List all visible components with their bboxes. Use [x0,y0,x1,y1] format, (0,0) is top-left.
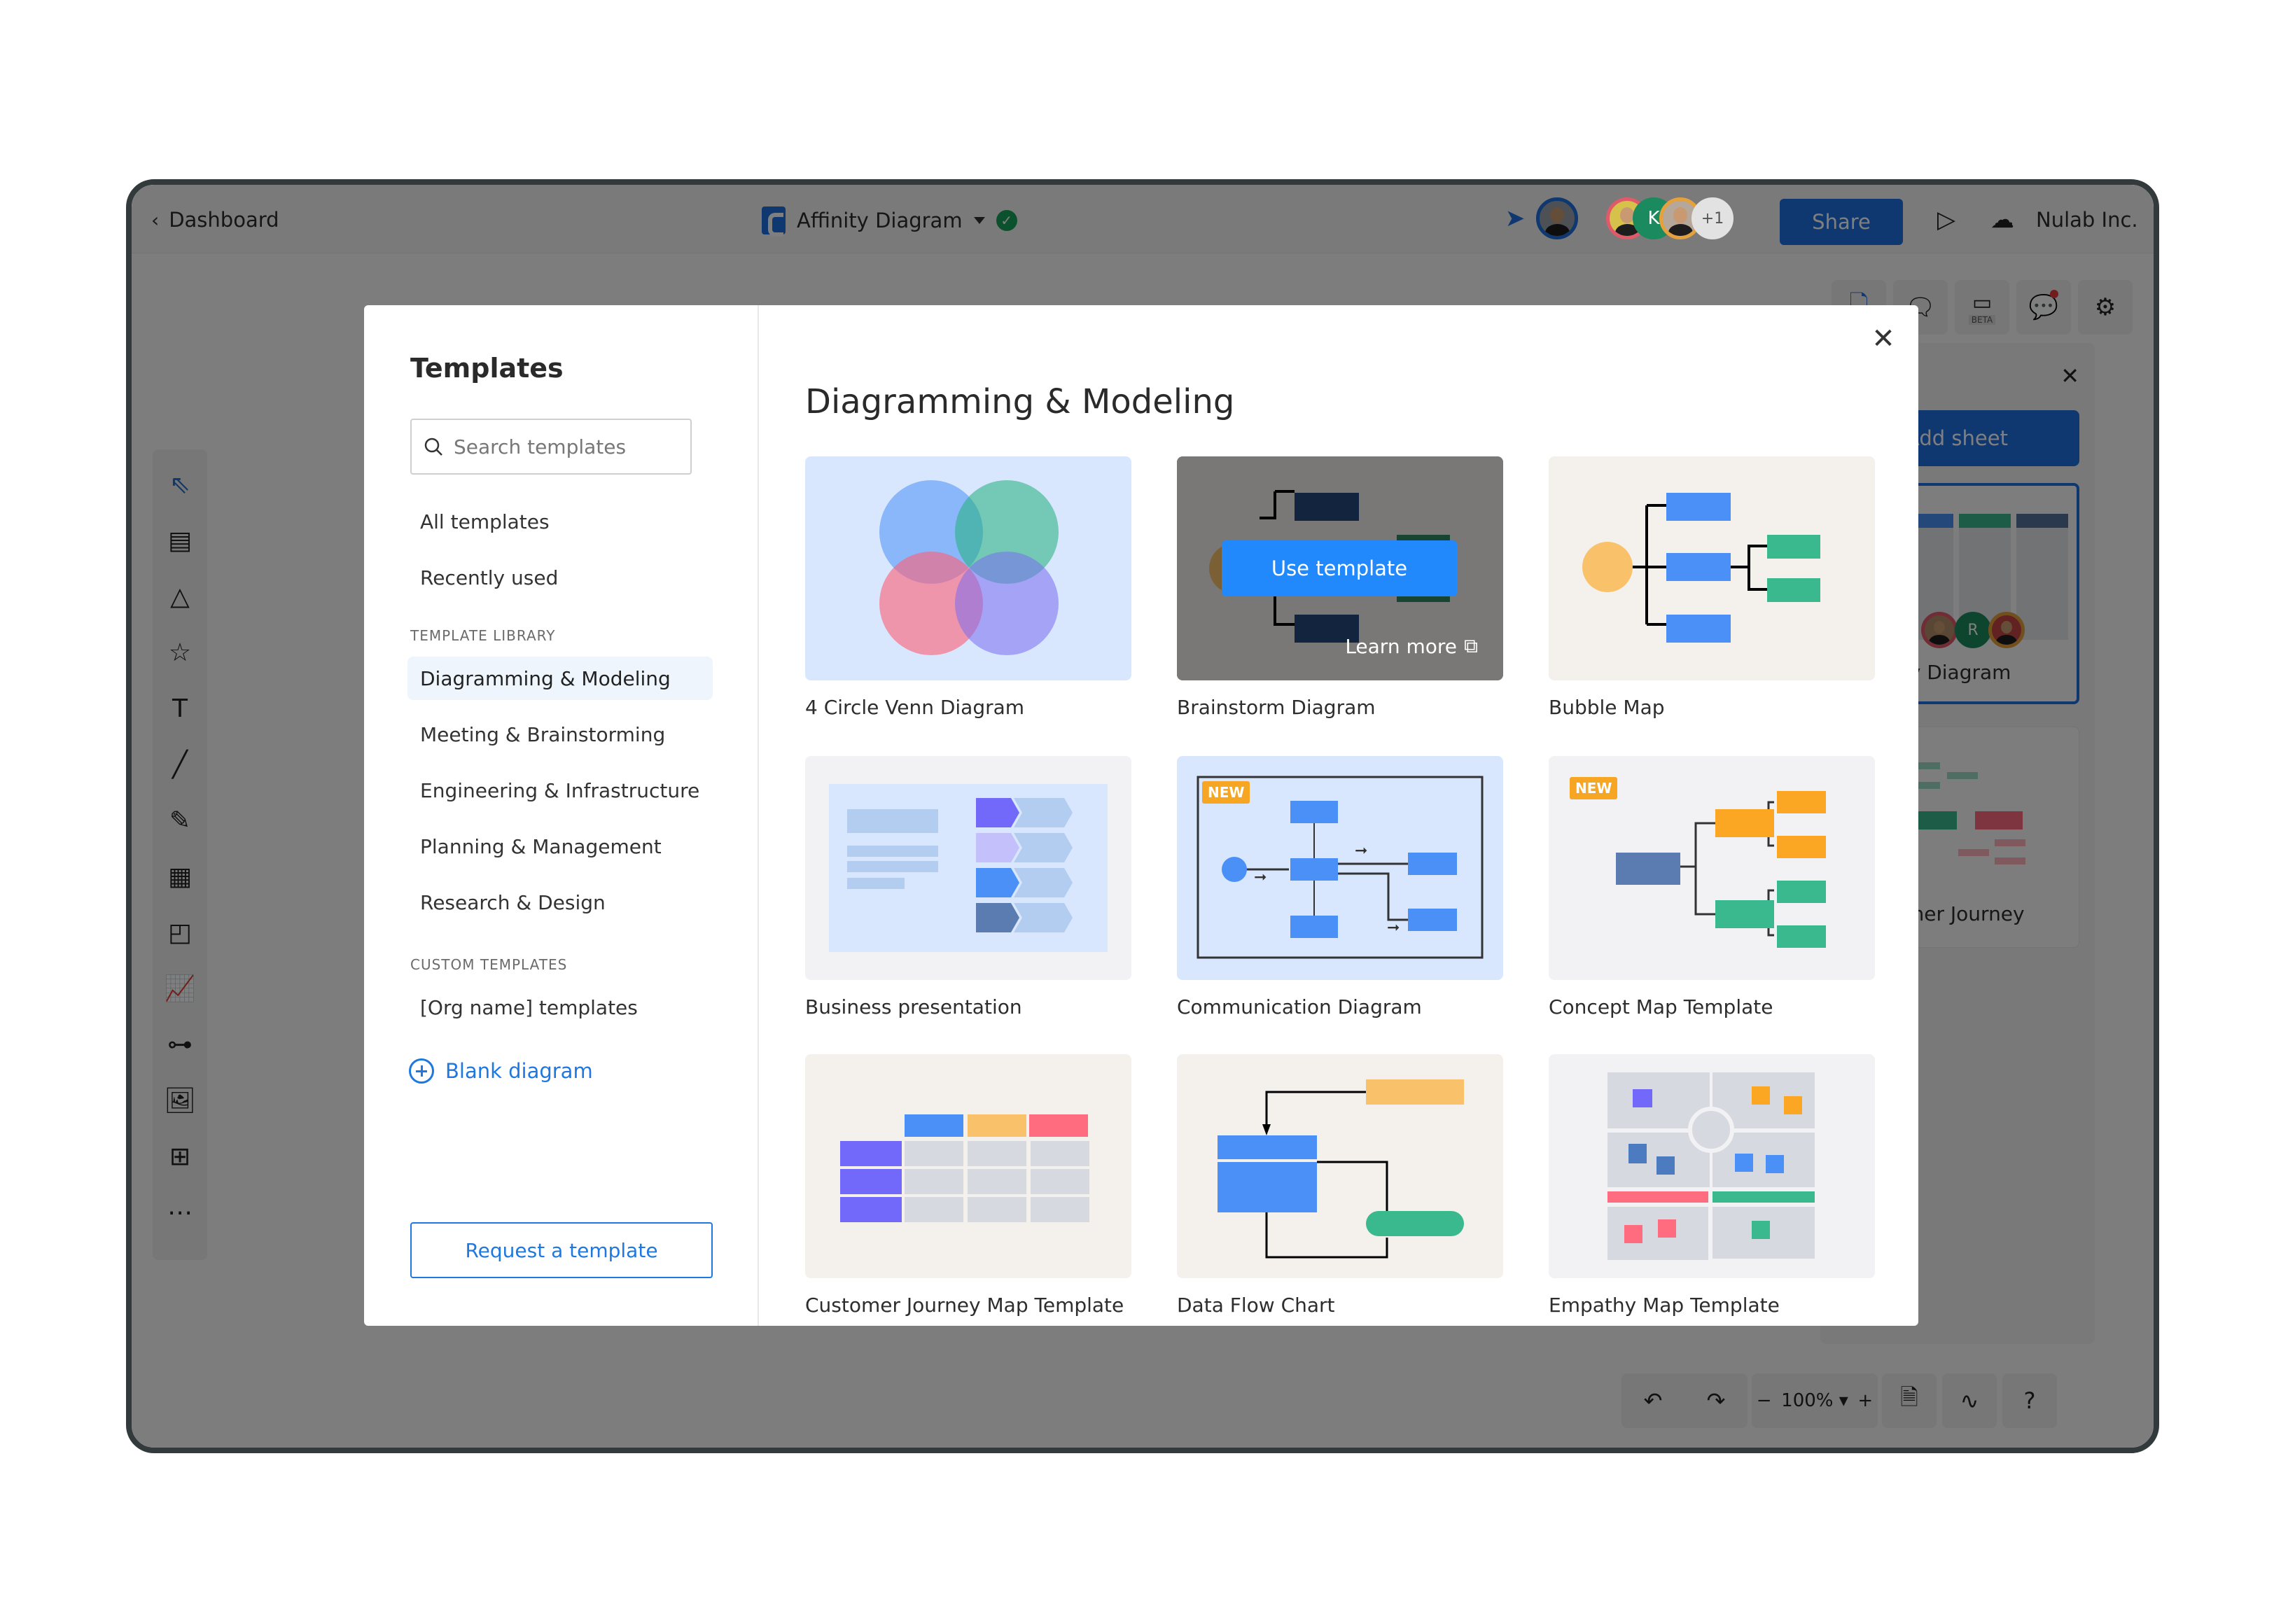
thumbnail-illustration-journey [840,1114,1089,1222]
collaborators-overflow[interactable]: +1 [1691,197,1734,239]
request-template-button[interactable]: Request a template [410,1222,713,1278]
sidebar-title: Templates [410,353,564,384]
template-card[interactable]: Bubble Map [1549,456,1875,719]
nav-planning-management[interactable]: Planning & Management [407,825,713,868]
template-name: Customer Journey Map Template [805,1294,1124,1317]
template-name: Brainstorm Diagram [1177,696,1376,719]
template-thumbnail[interactable] [805,1054,1131,1278]
thumbnail-illustration-venn [879,480,1059,655]
nav-all-templates[interactable]: All templates [407,500,713,543]
new-badge: NEW [1570,777,1618,799]
svg-text:➞: ➞ [1254,869,1267,886]
thumbnail-illustration-business [829,784,1108,952]
template-thumbnail[interactable] [1177,1054,1503,1278]
template-card[interactable]: Use template Learn more ⧉ Brainstorm Diagra… [1177,456,1503,719]
category-heading: Diagramming & Modeling [805,382,1235,421]
template-thumbnail[interactable] [1549,456,1875,680]
blank-diagram-button[interactable]: Blank diagram [409,1058,593,1084]
nav-engineering-infrastructure[interactable]: Engineering & Infrastructure [407,769,713,812]
template-thumbnail[interactable] [1549,1054,1875,1278]
template-name: Business presentation [805,995,1022,1018]
learn-more-link[interactable]: Learn more ⧉ [1345,634,1478,658]
hover-overlay: Use template Learn more ⧉ [1177,456,1503,680]
search-field[interactable] [410,419,692,475]
section-label-custom-templates: CUSTOM TEMPLATES [410,956,568,973]
template-thumbnail[interactable]: Use template Learn more ⧉ [1177,456,1503,680]
plus-circle-icon [409,1058,434,1084]
template-card[interactable]: Business presentation [805,756,1131,1018]
search-icon [424,438,442,456]
svg-text:➞: ➞ [1387,919,1400,937]
template-card[interactable]: Empathy Map Template [1549,1054,1875,1317]
templates-sidebar: Templates All templates Recently used TE… [364,305,759,1326]
template-card[interactable]: ➞ ➞ ➞ NEW Communication Diagram [1177,756,1503,1018]
template-thumbnail[interactable] [805,756,1131,980]
thumbnail-illustration-empathy [1607,1072,1815,1260]
overflow-count: +1 [1701,209,1724,227]
thumbnail-illustration-dataflow [1218,1079,1464,1259]
thumbnail-illustration-bubble [1582,493,1820,643]
template-name: Data Flow Chart [1177,1294,1335,1317]
close-icon: ✕ [1871,323,1895,355]
close-modal-button[interactable]: ✕ [1864,319,1903,358]
section-label-template-library: TEMPLATE LIBRARY [410,627,556,644]
avatar-initial: K [1647,208,1660,229]
nav-meeting-brainstorming[interactable]: Meeting & Brainstorming [407,713,713,756]
template-name: 4 Circle Venn Diagram [805,696,1025,719]
nav-org-templates[interactable]: [Org name] templates [407,986,713,1029]
template-name: Concept Map Template [1549,995,1773,1018]
templates-modal: Templates All templates Recently used TE… [364,305,1918,1326]
template-thumbnail[interactable]: NEW [1549,756,1875,980]
external-link-icon: ⧉ [1464,634,1478,657]
blank-diagram-label: Blank diagram [445,1059,593,1083]
nav-recently-used[interactable]: Recently used [407,556,713,599]
use-template-button[interactable]: Use template [1222,540,1457,596]
template-thumbnail[interactable] [805,456,1131,680]
nav-diagramming-modeling[interactable]: Diagramming & Modeling [407,657,713,700]
template-name: Communication Diagram [1177,995,1422,1018]
template-card[interactable]: NEW Concept Map Template [1549,756,1875,1018]
template-thumbnail[interactable]: ➞ ➞ ➞ NEW [1177,756,1503,980]
template-card[interactable]: Customer Journey Map Template [805,1054,1131,1317]
template-card[interactable]: 4 Circle Venn Diagram [805,456,1131,719]
nav-research-design[interactable]: Research & Design [407,881,713,924]
template-name: Empathy Map Template [1549,1294,1780,1317]
template-name: Bubble Map [1549,696,1665,719]
learn-more-label: Learn more [1345,634,1457,658]
new-badge: NEW [1202,781,1250,804]
svg-text:➞: ➞ [1355,842,1367,860]
search-input[interactable] [454,435,678,458]
template-card[interactable]: Data Flow Chart [1177,1054,1503,1317]
